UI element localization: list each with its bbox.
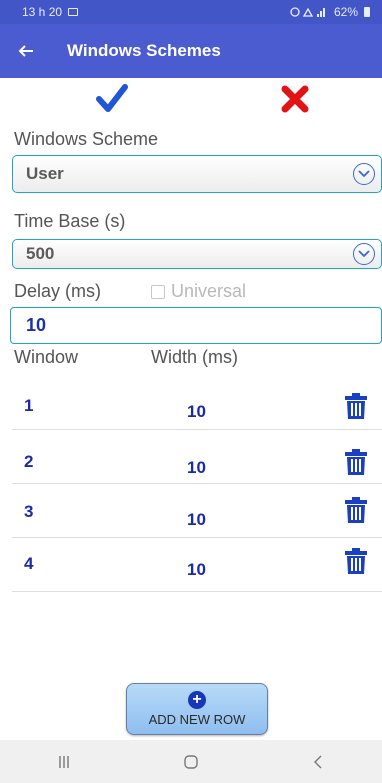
- time-base-label: Time Base (s): [14, 211, 126, 231]
- scheme-select[interactable]: User: [12, 155, 382, 193]
- row-width: 10: [187, 458, 206, 477]
- delay-label: Delay (ms): [14, 281, 102, 301]
- gallery-notification-icon: [68, 8, 79, 16]
- system-nav-bar: [0, 740, 382, 783]
- row-width: 10: [187, 402, 206, 421]
- universal-label: Universal: [171, 281, 247, 301]
- home-icon[interactable]: [161, 740, 221, 783]
- scheme-label: Windows Scheme: [14, 129, 159, 149]
- time-base-select[interactable]: 500: [12, 239, 382, 269]
- row-width: 10: [187, 560, 206, 579]
- trash-icon[interactable]: [345, 548, 367, 574]
- table-row: 3 10: [12, 484, 382, 538]
- row-window: 4: [24, 554, 34, 573]
- status-time: 13 h 20: [22, 5, 63, 19]
- signal-icons: [290, 7, 325, 17]
- checkbox-box[interactable]: [151, 284, 165, 299]
- battery-level: 62%: [333, 5, 358, 19]
- close-icon[interactable]: [280, 84, 310, 114]
- time-base-value: 500: [26, 244, 55, 263]
- trash-icon[interactable]: [345, 393, 367, 419]
- chevron-down-icon: [353, 163, 375, 185]
- universal-checkbox[interactable]: Universal: [151, 281, 246, 302]
- table-row: 1 10: [12, 376, 382, 430]
- action-row: [0, 84, 382, 122]
- window-column-header: Window: [14, 347, 79, 367]
- recent-apps-icon[interactable]: [34, 740, 94, 783]
- table-row: 2 10: [12, 430, 382, 484]
- delay-input[interactable]: [10, 307, 382, 344]
- row-window: 1: [24, 396, 34, 415]
- back-arrow-icon[interactable]: [0, 24, 52, 78]
- app-bar: Windows Schemes: [0, 24, 382, 78]
- width-column-header: Width (ms): [151, 347, 238, 367]
- chevron-down-icon: [353, 243, 375, 265]
- row-window: 2: [24, 452, 34, 471]
- add-row-label: ADD NEW ROW: [148, 712, 246, 727]
- page-title: Windows Schemes: [67, 41, 221, 60]
- add-new-row-button[interactable]: + ADD NEW ROW: [126, 683, 268, 735]
- table-row: 4 10: [12, 538, 382, 592]
- trash-icon[interactable]: [345, 449, 367, 475]
- status-bar: 13 h 20 62%: [0, 0, 382, 24]
- scheme-value: User: [26, 164, 64, 183]
- trash-icon[interactable]: [345, 497, 367, 523]
- battery-icon: [364, 7, 370, 17]
- row-width: 10: [187, 510, 206, 529]
- back-nav-icon[interactable]: [288, 740, 348, 783]
- check-icon[interactable]: [96, 84, 128, 114]
- row-window: 3: [24, 502, 34, 521]
- plus-icon: +: [188, 691, 206, 709]
